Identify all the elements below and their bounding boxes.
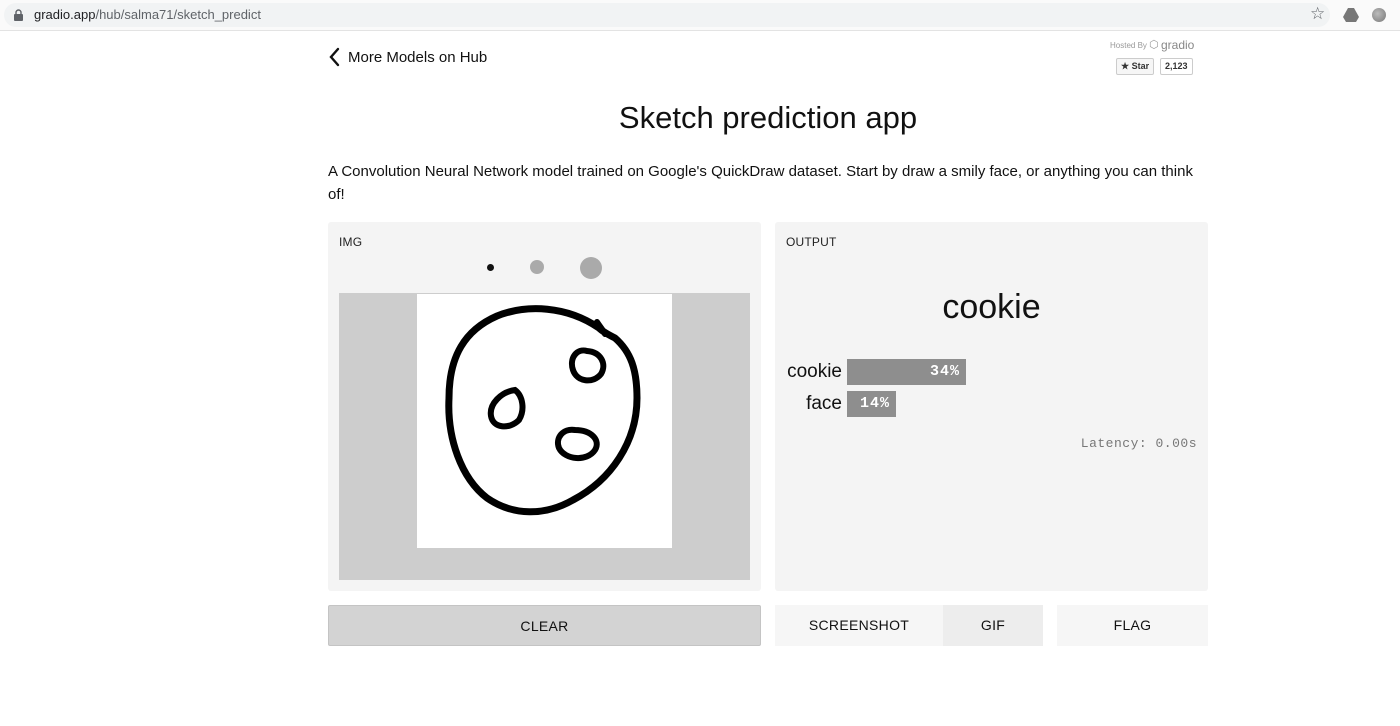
gradio-brand: gradio [1160,38,1195,52]
page-title: Sketch prediction app [618,100,918,135]
confidence-label: face [806,393,842,414]
github-star-count[interactable]: 2,123 [1160,58,1193,75]
sketchpad-area [339,293,750,580]
output-label: OUTPUT [786,235,837,249]
drive-extension-icon[interactable] [1343,8,1359,22]
gif-button[interactable]: GIF [943,605,1043,646]
url-text[interactable]: gradio.app/hub/salma71/sketch_predict [34,7,261,23]
hosted-by-label: Hosted By [1110,41,1147,50]
extension-icon[interactable] [1372,8,1386,22]
brush-size-large[interactable] [580,257,602,279]
confidence-bar: 34% [847,359,966,385]
flag-button[interactable]: FLAG [1057,605,1208,646]
output-panel: OUTPUT cookie cookie 34% face 14% Latenc… [775,222,1208,591]
lock-icon [14,9,23,21]
url-path: /hub/salma71/sketch_predict [95,7,261,22]
clear-button[interactable]: CLEAR [328,605,761,646]
confidence-label: cookie [787,361,842,382]
address-bar[interactable]: gradio.app/hub/salma71/sketch_predict ☆ [4,3,1330,27]
bookmark-star-icon[interactable]: ☆ [1310,5,1325,23]
more-models-link[interactable]: More Models on Hub [329,45,487,69]
confidence-row: face 14% [775,391,1208,417]
input-panel: IMG [328,222,761,591]
brush-size-small[interactable] [487,264,494,271]
brush-size-medium[interactable] [530,260,544,274]
predicted-label: cookie [942,288,1041,326]
browser-toolbar: gradio.app/hub/salma71/sketch_predict ☆ [0,0,1400,31]
sketchpad-canvas[interactable] [417,294,672,548]
github-star-button[interactable]: ★ Star [1116,58,1155,75]
confidence-row: cookie 34% [775,359,1208,385]
confidence-bar: 14% [847,391,896,417]
more-models-label: More Models on Hub [348,48,488,66]
input-label: IMG [339,235,363,249]
screenshot-button[interactable]: SCREENSHOT [775,605,943,646]
app-description: A Convolution Neural Network model train… [328,163,1193,203]
hosted-by-gradio[interactable]: Hosted By ⬡ gradio [1110,38,1194,52]
gradio-logo-icon: ⬡ [1149,39,1159,51]
url-domain: gradio.app [34,7,96,22]
chevron-left-icon [329,47,340,67]
latency-text: Latency: 0.00s [1080,436,1197,451]
cookie-sketch [445,305,641,516]
